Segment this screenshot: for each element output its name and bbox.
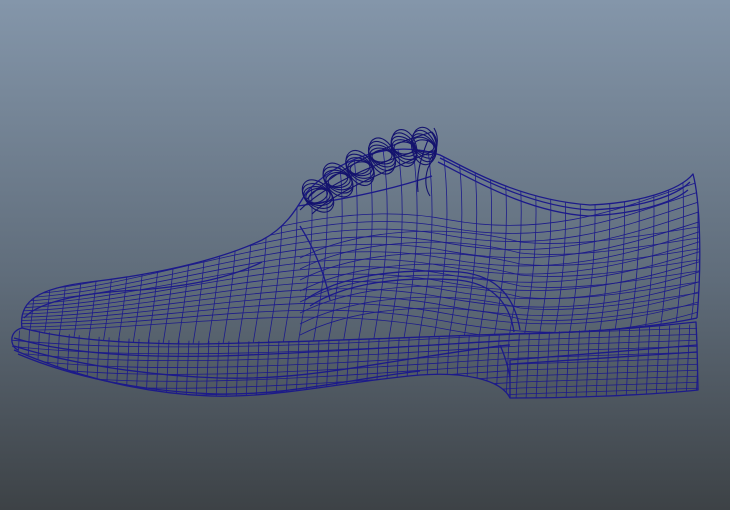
maya-viewport[interactable] [0,0,730,510]
viewport-canvas[interactable] [0,0,730,510]
viewport-background [0,0,730,510]
